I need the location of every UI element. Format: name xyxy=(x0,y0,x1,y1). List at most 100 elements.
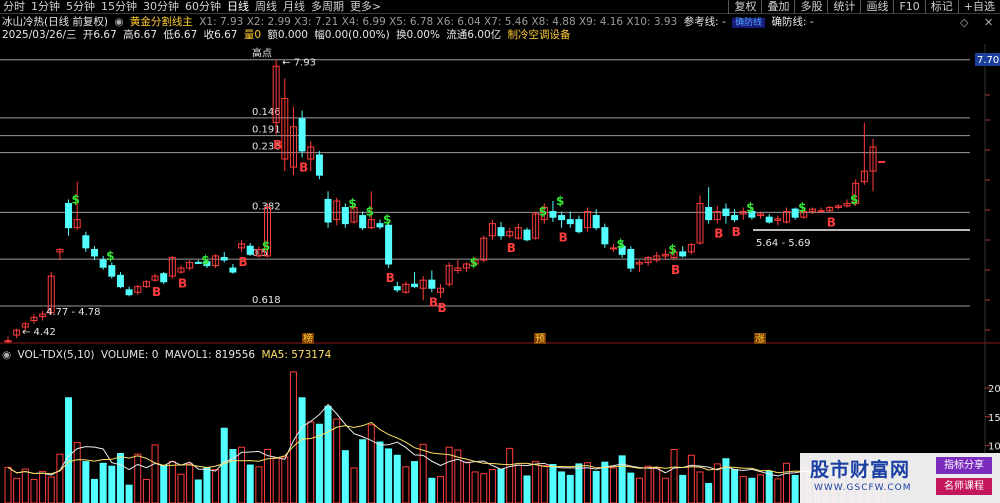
candle-body xyxy=(385,224,393,265)
ohlc-high: 高6.67 xyxy=(123,29,158,41)
watermark-badge-course: 名师课程 xyxy=(936,478,992,495)
buy-signal: B xyxy=(507,241,516,255)
volume-bar xyxy=(575,463,583,503)
volume-bar xyxy=(419,443,427,503)
candle-body xyxy=(679,251,687,257)
candle-body xyxy=(220,257,228,261)
volume-bar xyxy=(618,455,626,503)
candle-body xyxy=(411,283,419,288)
high-price-label: ← 7.93 xyxy=(282,58,316,69)
sell-signal: $ xyxy=(746,200,754,214)
volume-bar xyxy=(203,466,211,503)
volume-bar xyxy=(142,478,150,503)
volume-bar xyxy=(696,471,704,503)
candle-body xyxy=(817,210,825,213)
volume-bar xyxy=(212,469,220,503)
volume-bar xyxy=(705,482,713,503)
volume-bar xyxy=(635,477,643,503)
vol-axis-15: 15 xyxy=(988,413,1000,424)
volume-bar xyxy=(298,397,306,503)
volume-bar xyxy=(194,479,202,503)
volume-bar xyxy=(307,421,315,503)
volume-bar xyxy=(679,474,687,503)
volume-bar xyxy=(748,477,756,503)
sell-signal: $ xyxy=(366,205,374,219)
fib-label-4: 0.382 xyxy=(252,201,281,212)
ohlc-sector[interactable]: 制冷空调设备 xyxy=(508,29,571,41)
indicator-name[interactable]: 黄金分割线主 xyxy=(130,16,193,28)
volume-bar xyxy=(523,475,531,503)
volume-bar xyxy=(21,468,29,503)
volume-bar xyxy=(246,464,254,503)
candle-body xyxy=(497,227,505,237)
volume-value: VOLUME: 0 xyxy=(100,349,159,361)
volume-bar xyxy=(108,465,116,503)
candle-body xyxy=(315,154,323,176)
volume-bar xyxy=(739,476,747,503)
volume-bar xyxy=(186,463,194,503)
volume-bar xyxy=(82,461,90,503)
candle-body xyxy=(601,227,609,245)
volume-bar xyxy=(134,453,142,503)
volume-bar xyxy=(151,444,159,503)
kline-chart[interactable]: 高点0.1460.1910.2360.3820.50.618$$BB$ B$BB$… xyxy=(0,0,1000,503)
candle-body xyxy=(705,206,713,221)
volume-bar xyxy=(30,478,38,503)
volume-bar xyxy=(367,424,375,503)
volume-bar xyxy=(220,427,228,503)
gear-icon[interactable]: ◇ xyxy=(960,16,968,29)
indicator-select-icon[interactable]: ◉ xyxy=(114,16,123,28)
watermark-badge-share: 指标分享 xyxy=(936,457,992,474)
close-icon[interactable]: ✕ xyxy=(984,16,993,29)
candle-body xyxy=(878,160,886,163)
ohlc-open: 开6.67 xyxy=(82,29,117,41)
volume-bar xyxy=(661,477,669,503)
volume-bar xyxy=(644,465,652,503)
volume-bar xyxy=(783,462,790,503)
volume-bar xyxy=(4,466,12,503)
volume-bar xyxy=(13,477,21,503)
sell-signal: $ xyxy=(850,192,858,206)
volume-bar xyxy=(56,453,64,503)
volume-bar xyxy=(47,476,55,503)
volume-bar xyxy=(471,471,479,503)
ohlc-amount: 额0.000 xyxy=(267,29,308,41)
buy-signal: B xyxy=(152,285,161,299)
ohlc-close: 收6.67 xyxy=(203,29,238,41)
stock-title[interactable]: 冰山冷热(日线 前复权) xyxy=(2,16,108,28)
candle-body xyxy=(428,279,436,289)
volume-bar xyxy=(653,467,661,503)
sell-signal: $ xyxy=(201,253,209,267)
volume-bar xyxy=(65,397,73,503)
volume-expand-icon[interactable]: ◉ xyxy=(2,349,11,361)
volume-bar xyxy=(177,473,185,503)
candle-body xyxy=(160,273,168,283)
watermark-brand: 股市财富网 xyxy=(810,459,911,481)
volume-bar xyxy=(359,439,367,503)
volume-bar xyxy=(566,474,574,503)
ma5-value: MA5: 573174 xyxy=(261,349,332,361)
volume-bar xyxy=(791,474,799,503)
event-marker-bang: 榜 xyxy=(303,332,313,345)
volume-bar xyxy=(670,449,678,503)
volume-indicator[interactable]: VOL-TDX(5,10) xyxy=(18,349,95,361)
buy-signal: B xyxy=(273,138,282,152)
sell-signal: $ xyxy=(348,196,356,210)
volume-bar xyxy=(73,442,81,503)
volume-bar xyxy=(722,458,730,503)
range-label-low: 4.77 - 4.78 xyxy=(46,307,101,318)
volume-bar xyxy=(238,446,246,503)
sell-signal: $ xyxy=(72,192,80,206)
ref-line: 参考线: - xyxy=(683,16,726,28)
volume-bar xyxy=(99,462,107,503)
buy-signal: B xyxy=(178,277,187,291)
volume-bar xyxy=(333,418,341,503)
candle-body xyxy=(324,198,332,223)
ohlc-bar: 2025/03/26/三 开6.67 高6.67 低6.67 收6.67 量0 … xyxy=(2,29,574,42)
volume-bar xyxy=(402,466,410,503)
volume-bar xyxy=(540,465,548,503)
sell-signal: $ xyxy=(469,255,477,269)
volume-bar xyxy=(601,461,609,503)
ohlc-float: 流通6.00亿 xyxy=(446,29,502,41)
candle-body xyxy=(229,267,237,273)
